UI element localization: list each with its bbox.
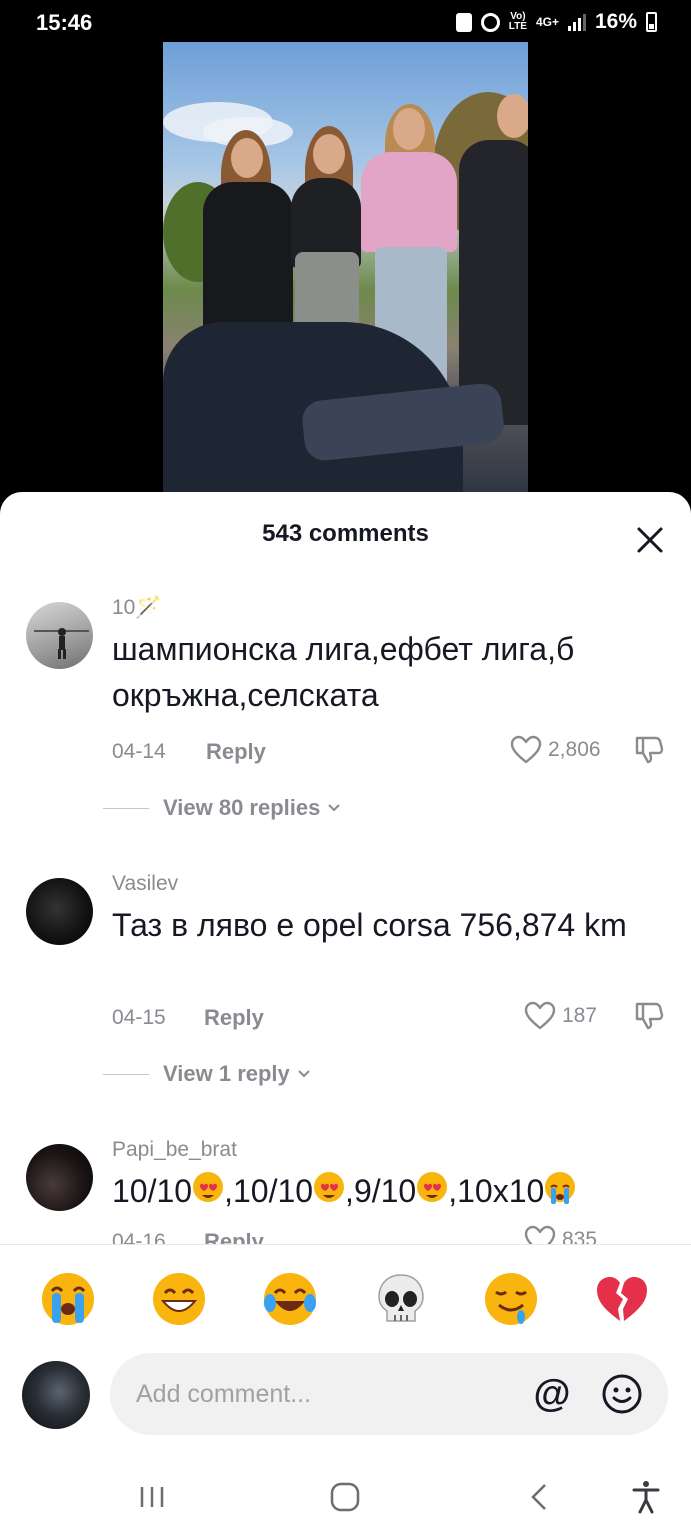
head [393, 108, 425, 150]
heart-icon [510, 735, 542, 764]
status-time: 15:46 [36, 10, 93, 35]
avatar[interactable] [26, 878, 93, 945]
comment-date: 04-16 [112, 1230, 166, 1244]
like-count: 187 [562, 1004, 598, 1027]
current-user-avatar [22, 1361, 90, 1429]
recent-apps-icon [140, 1487, 164, 1507]
view-replies-button[interactable]: View 1 reply [103, 1061, 312, 1087]
comment-date: 04-14 [112, 740, 166, 763]
reply-button[interactable]: Reply [204, 1005, 264, 1031]
thumbs-down-icon [635, 736, 664, 764]
volte-bottom: LTE [508, 21, 527, 32]
comment-text: 10/10 ,10/10 ,9/10 ,10x10 [112, 1168, 672, 1214]
tears-of-joy-emoji-button[interactable] [262, 1271, 318, 1327]
view-replies-button[interactable]: View 80 replies [103, 795, 342, 821]
comment-date: 04-15 [112, 1006, 166, 1029]
status-icons: Vo) LTE 4G+ 16% [455, 10, 657, 34]
grinning-emoji-button[interactable] [151, 1271, 207, 1327]
comment-text-part: ,9/10 [345, 1173, 417, 1209]
crying-emoji-icon [545, 1172, 576, 1204]
close-icon [637, 527, 663, 553]
quick-emoji-row [0, 1271, 691, 1331]
heart-eyes-emoji-icon [193, 1172, 224, 1202]
back-icon [531, 1484, 546, 1510]
signal-icon [567, 13, 586, 31]
comments-count-title: 543 comments [262, 520, 429, 547]
comment-input-container[interactable]: @ [110, 1353, 668, 1435]
accessibility-button[interactable] [626, 1477, 666, 1517]
broken-heart-icon [597, 1277, 647, 1321]
like-button[interactable]: 835 [524, 1225, 597, 1244]
home-icon [330, 1482, 360, 1512]
smiley-icon [602, 1374, 642, 1414]
skull-icon [378, 1274, 424, 1322]
avatar-figure-icon [34, 628, 89, 659]
heart-eyes-emoji-icon [314, 1172, 345, 1202]
battery-percent: 16% [594, 10, 637, 33]
loudly-crying-emoji-button[interactable] [40, 1271, 96, 1327]
divider-line [103, 1073, 149, 1075]
view-replies-label: View 1 reply [163, 1061, 290, 1086]
head [497, 94, 528, 138]
emoji-picker-button[interactable] [600, 1372, 644, 1416]
head [313, 134, 345, 174]
recent-apps-button[interactable] [132, 1477, 172, 1517]
head [231, 138, 263, 178]
tears-of-joy-icon [264, 1273, 316, 1325]
like-button[interactable]: 2,806 [510, 735, 601, 765]
back-button[interactable] [519, 1477, 559, 1517]
comment-item: Papi_be_brat 10/10 ,10/10 ,9/10 ,10x10 04-1… [0, 1132, 691, 1244]
comment-text: Таз в ляво е opel corsa 756,874 km [112, 907, 627, 943]
heart-icon [524, 1001, 556, 1030]
reply-button[interactable]: Reply [206, 739, 266, 765]
like-count: 835 [562, 1228, 598, 1244]
like-count: 2,806 [548, 738, 601, 761]
view-replies-label: View 80 replies [163, 795, 321, 820]
person [459, 140, 528, 425]
battery-icon [646, 12, 657, 32]
home-button[interactable] [325, 1477, 365, 1517]
comment-text-part: ,10/10 [224, 1173, 314, 1209]
thumbs-down-icon [635, 1002, 664, 1030]
comment-username[interactable]: Vasilev [112, 872, 178, 896]
loudly-crying-icon [42, 1273, 94, 1325]
volte-icon: Vo) LTE [509, 12, 527, 32]
comment-text-part: 10/10 [112, 1173, 193, 1209]
broken-heart-emoji-button[interactable] [594, 1271, 650, 1327]
like-button[interactable]: 187 [524, 1001, 597, 1031]
avatar[interactable] [26, 1144, 93, 1211]
comment-input[interactable] [136, 1375, 516, 1413]
comment-username[interactable]: 10🪄 [112, 596, 162, 620]
grinning-face-icon [153, 1273, 205, 1325]
divider-line [103, 807, 149, 809]
close-button[interactable] [630, 520, 670, 560]
drooling-emoji-button[interactable] [483, 1271, 539, 1327]
reply-button[interactable]: Reply [204, 1229, 264, 1244]
dislike-button[interactable] [633, 734, 665, 766]
chevron-down-icon [328, 804, 341, 812]
network-type: 4G+ [535, 15, 559, 29]
accessibility-icon [632, 1481, 660, 1514]
alarm-icon [480, 12, 500, 32]
video-preview[interactable] [163, 42, 528, 492]
avatar[interactable] [26, 602, 93, 669]
notification-icon [455, 12, 472, 32]
status-bar: 15:46 Vo) LTE 4G+ 16% [0, 0, 691, 44]
chevron-down-icon [298, 1070, 310, 1078]
comment-text: шампионска лига,ефбет лига,б окръжна,сел… [112, 631, 575, 713]
person [361, 152, 457, 252]
drooling-face-icon [485, 1273, 537, 1325]
system-navigation-bar [0, 1465, 691, 1536]
mention-button[interactable]: @ [530, 1372, 574, 1416]
heart-eyes-emoji-icon [417, 1172, 448, 1202]
skull-emoji-button[interactable] [373, 1271, 429, 1327]
dislike-button[interactable] [633, 1000, 665, 1032]
heart-icon [524, 1225, 556, 1244]
comment-text-part: ,10x10 [448, 1173, 545, 1209]
comment-composer-area: @ [0, 1244, 691, 1536]
comment-username[interactable]: Papi_be_brat [112, 1138, 237, 1162]
